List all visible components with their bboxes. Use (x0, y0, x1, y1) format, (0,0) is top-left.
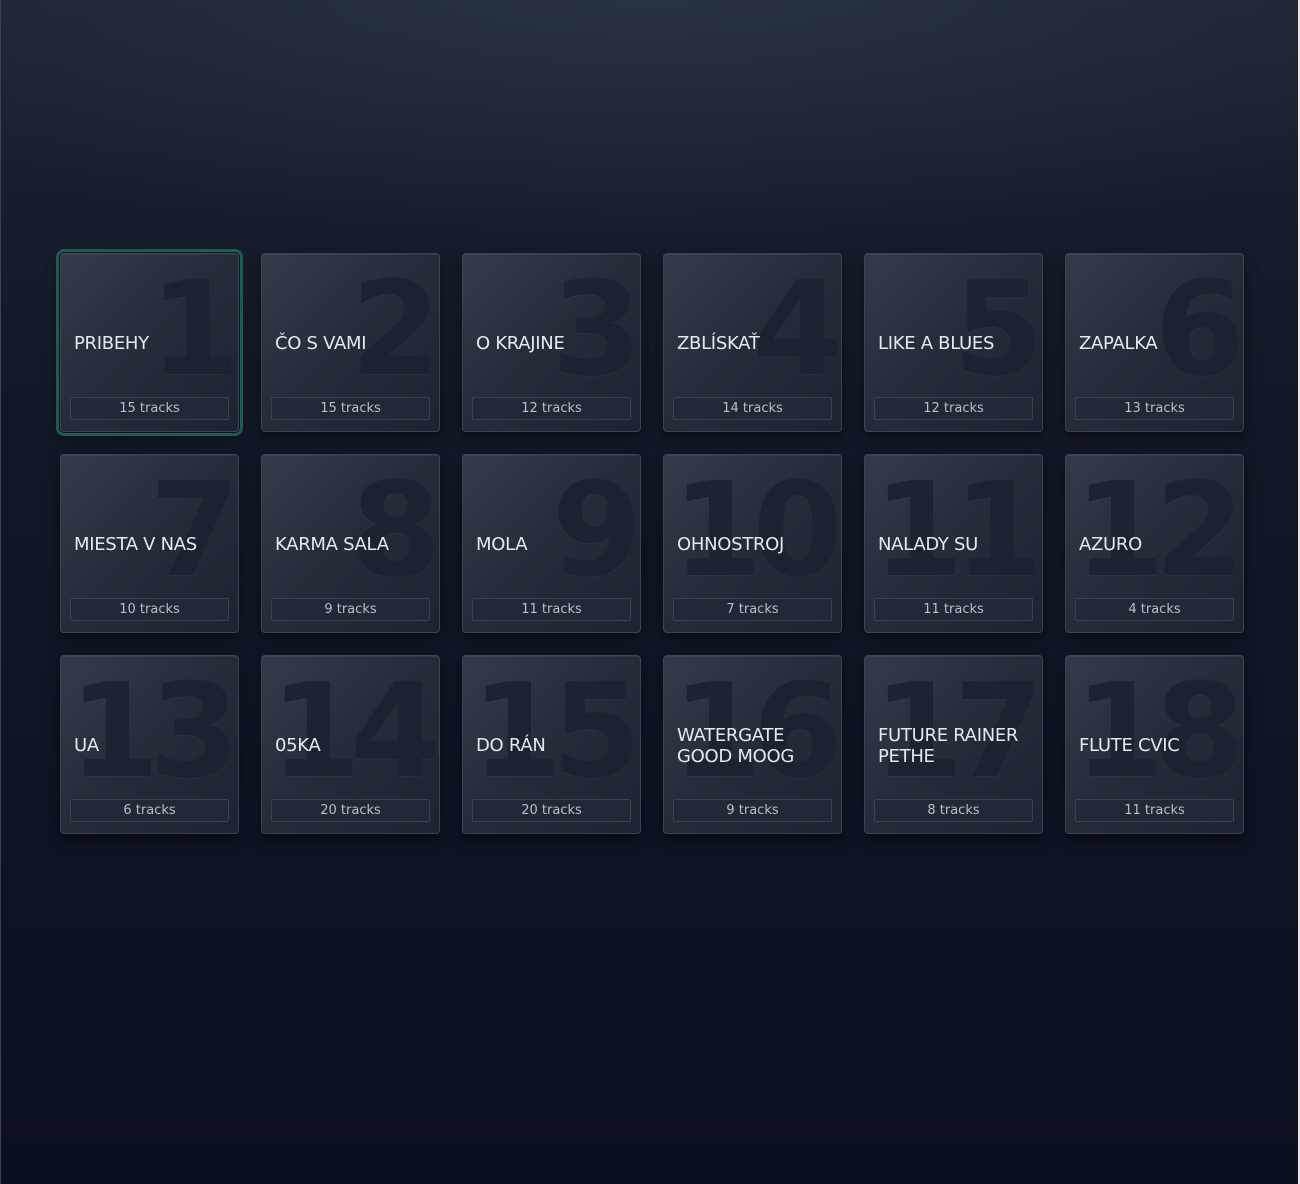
album-title-text: WATERGATE GOOD MOOG (677, 724, 794, 767)
album-card[interactable]: 17 FUTURE RAINER PETHE 8 tracks (864, 655, 1043, 834)
album-card[interactable]: 7 MIESTA V NAS 10 tracks (60, 454, 239, 633)
track-count-badge: 10 tracks (70, 598, 229, 621)
album-title-text: PRIBEHY (74, 333, 149, 354)
album-title-text: NALADY SU (878, 534, 979, 555)
track-count-badge: 11 tracks (472, 598, 631, 621)
album-card[interactable]: 10 OHNOSTROJ 7 tracks (663, 454, 842, 633)
album-card[interactable]: 12 AZURO 4 tracks (1065, 454, 1244, 633)
album-title-text: MIESTA V NAS (74, 534, 197, 555)
album-card[interactable]: 11 NALADY SU 11 tracks (864, 454, 1043, 633)
album-title-text: LIKE A BLUES (878, 333, 995, 354)
album-title-text: ČO S VAMI (275, 333, 367, 354)
track-count-badge: 7 tracks (673, 598, 832, 621)
track-count-badge: 14 tracks (673, 397, 832, 420)
album-title-text: OHNOSTROJ (677, 534, 785, 555)
album-title-text: MOLA (476, 534, 528, 555)
track-count-badge: 15 tracks (271, 397, 430, 420)
album-title-text: FLUTE CVIC (1079, 735, 1180, 756)
track-count-badge: 8 tracks (874, 799, 1033, 822)
album-card[interactable]: 5 LIKE A BLUES 12 tracks (864, 253, 1043, 432)
album-card[interactable]: 16 WATERGATE GOOD MOOG 9 tracks (663, 655, 842, 834)
track-count-badge: 15 tracks (70, 397, 229, 420)
album-card[interactable]: 8 KARMA SALA 9 tracks (261, 454, 440, 633)
track-count-badge: 13 tracks (1075, 397, 1234, 420)
track-count-badge: 9 tracks (271, 598, 430, 621)
track-count-badge: 12 tracks (472, 397, 631, 420)
track-count-badge: 12 tracks (874, 397, 1033, 420)
album-title-text: AZURO (1079, 534, 1142, 555)
track-count-badge: 4 tracks (1075, 598, 1234, 621)
album-card[interactable]: 1 PRIBEHY 15 tracks (56, 249, 243, 436)
album-card[interactable]: 2 ČO S VAMI 15 tracks (261, 253, 440, 432)
album-card[interactable]: 14 05KA 20 tracks (261, 655, 440, 834)
album-card[interactable]: 9 MOLA 11 tracks (462, 454, 641, 633)
album-title-text: ZBLÍSKAŤ (677, 333, 760, 354)
track-count-badge: 20 tracks (271, 799, 430, 822)
track-count-badge: 9 tracks (673, 799, 832, 822)
album-card[interactable]: 4 ZBLÍSKAŤ 14 tracks (663, 253, 842, 432)
album-title-text: ZAPALKA (1079, 333, 1158, 354)
album-title-text: FUTURE RAINER PETHE (878, 724, 1019, 767)
album-card[interactable]: 13 UA 6 tracks (60, 655, 239, 834)
track-count-badge: 11 tracks (874, 598, 1033, 621)
album-card[interactable]: 3 O KRAJINE 12 tracks (462, 253, 641, 432)
album-grid: 1 PRIBEHY 15 tracks 2 ČO S VAMI 15 track… (56, 249, 1244, 834)
track-count-badge: 11 tracks (1075, 799, 1234, 822)
track-count-badge: 6 tracks (70, 799, 229, 822)
album-title-text: UA (74, 735, 99, 756)
track-count-badge: 20 tracks (472, 799, 631, 822)
album-title-text: KARMA SALA (275, 534, 389, 555)
album-title-text: O KRAJINE (476, 333, 565, 354)
album-title-text: 05KA (275, 735, 321, 756)
album-card[interactable]: 18 FLUTE CVIC 11 tracks (1065, 655, 1244, 834)
window-left-border (0, 0, 1, 1184)
album-card[interactable]: 15 DO RÁN 20 tracks (462, 655, 641, 834)
album-card[interactable]: 6 ZAPALKA 13 tracks (1065, 253, 1244, 432)
album-title-text: DO RÁN (476, 735, 546, 756)
